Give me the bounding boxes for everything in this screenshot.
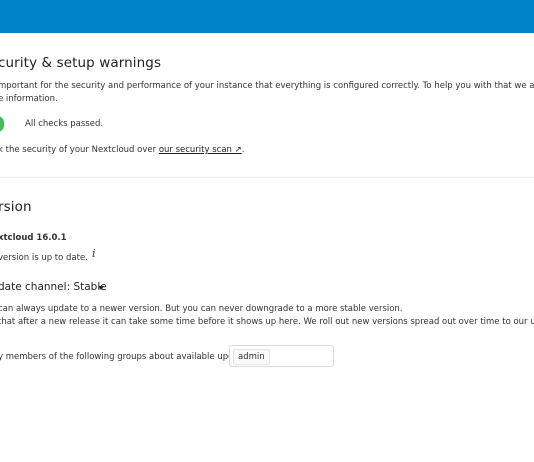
security-scan-link[interactable]: our security scan ↗ <box>159 145 242 155</box>
version-status-text: version is up to date. <box>0 253 88 263</box>
security-intro-line-2: e information. <box>0 94 58 104</box>
version-product-name: xtcloud 16.0.1 <box>0 233 67 243</box>
settings-page: curity & setup warnings mportant for the… <box>0 0 534 462</box>
security-scan-suffix: . <box>241 145 245 155</box>
check-passed-icon <box>0 116 4 132</box>
update-channel-row: date channel: Stable <box>0 281 107 293</box>
version-section-title: rsion <box>0 199 32 215</box>
notify-groups-input[interactable]: admin <box>229 345 334 367</box>
security-intro-line-1: mportant for the security and performanc… <box>0 81 534 91</box>
section-divider <box>0 177 534 178</box>
info-icon[interactable]: i <box>92 247 96 260</box>
security-scan-line: k the security of your Nextcloud over ou… <box>0 145 244 155</box>
update-note-line-2: that after a new release it can take som… <box>0 317 534 327</box>
security-scan-prefix: k the security of your Nextcloud over <box>0 145 159 155</box>
update-channel-label: date channel: <box>0 281 71 293</box>
top-header-bar <box>0 0 534 33</box>
update-note-line-1: can always update to a newer version. Bu… <box>0 304 403 314</box>
chevron-down-icon[interactable] <box>98 286 104 290</box>
checks-status-text: All checks passed. <box>25 119 104 129</box>
security-section-title: curity & setup warnings <box>0 55 162 71</box>
notify-groups-label: y members of the following groups about … <box>0 352 255 362</box>
group-tag-admin[interactable]: admin <box>233 349 270 365</box>
